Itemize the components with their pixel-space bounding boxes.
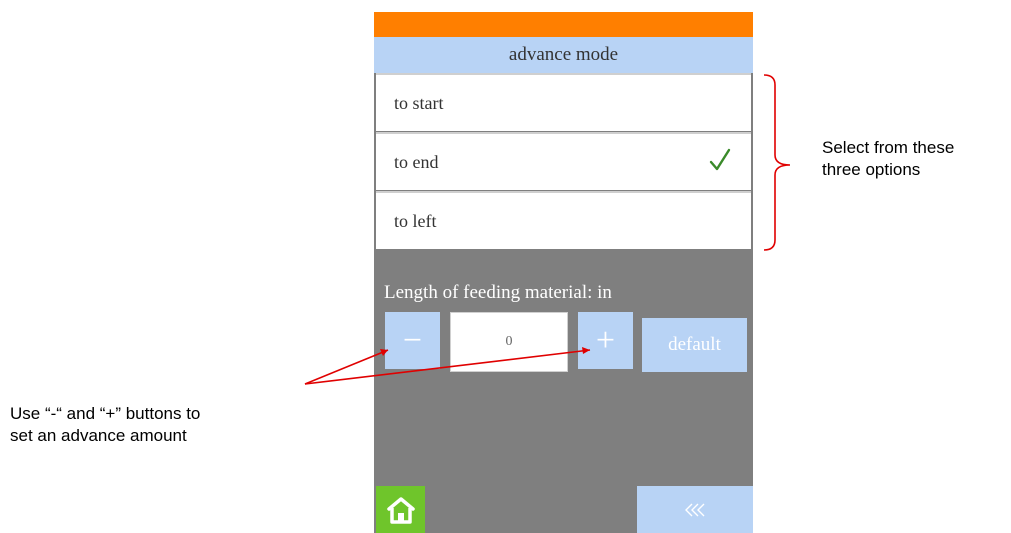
annotation-line: Use “-“ and “+” buttons to <box>10 404 201 423</box>
option-to-start[interactable]: to start <box>376 75 751 131</box>
annotation-line: three options <box>822 160 921 179</box>
annotation-line: set an advance amount <box>10 426 187 445</box>
top-status-bar <box>374 12 753 37</box>
back-button[interactable] <box>637 486 753 533</box>
option-to-left[interactable]: to left <box>376 193 751 249</box>
decrease-button[interactable]: − <box>385 312 440 369</box>
option-label: to left <box>394 210 437 231</box>
annotation-line: Select from these <box>822 138 955 157</box>
option-to-end[interactable]: to end <box>376 134 751 190</box>
buttons-annotation: Use “-“ and “+” buttons to set an advanc… <box>10 403 200 447</box>
double-chevron-left-icon <box>685 503 705 516</box>
option-label: to end <box>394 151 439 172</box>
length-label: Length of feeding material: in <box>384 282 612 303</box>
advance-value-field[interactable]: 0 <box>450 312 568 372</box>
check-icon <box>709 148 731 171</box>
device-screen: advance mode to start to end to left Len… <box>374 12 753 533</box>
screen-title: advance mode <box>374 37 753 73</box>
increase-button[interactable]: + <box>578 312 633 369</box>
options-annotation: Select from these three options <box>822 137 954 181</box>
default-button[interactable]: default <box>642 318 747 372</box>
options-bracket <box>763 74 791 251</box>
home-icon <box>386 496 415 524</box>
option-label: to start <box>394 92 444 113</box>
home-button[interactable] <box>376 486 425 533</box>
